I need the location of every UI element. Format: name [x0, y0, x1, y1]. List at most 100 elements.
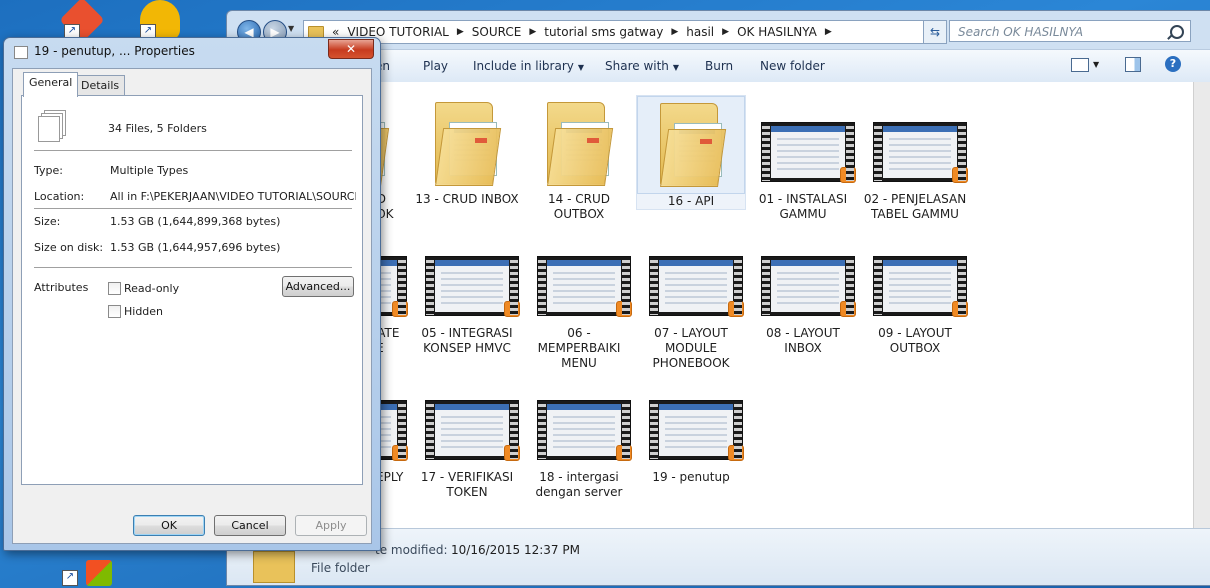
hidden-checkbox[interactable]	[108, 305, 121, 318]
folder-icon	[253, 551, 295, 583]
advanced-button[interactable]: Advanced...	[282, 276, 354, 297]
address-bar[interactable]: « VIDEO TUTORIAL ▶ SOURCE ▶ tutorial sms…	[303, 20, 945, 44]
location-label: Location:	[34, 190, 85, 203]
file-type-value: File folder	[311, 561, 370, 575]
play-icon	[952, 301, 968, 317]
tab-details[interactable]: Details	[75, 75, 126, 96]
video-icon	[649, 256, 744, 317]
multiple-files-icon	[38, 116, 60, 142]
dialog-title: 19 - penutup, ... Properties	[34, 44, 195, 58]
readonly-checkbox[interactable]	[108, 282, 121, 295]
video-thumbnail	[637, 230, 745, 326]
search-input[interactable]: Search OK HASILNYA	[949, 20, 1191, 42]
video-icon	[873, 122, 968, 183]
folder-item[interactable]: 13 - CRUD INBOX	[413, 96, 521, 207]
refresh-button[interactable]: ⇆	[923, 20, 947, 44]
play-icon	[392, 445, 408, 461]
size-on-disk-label: Size on disk:	[34, 241, 104, 254]
play-icon	[504, 301, 520, 317]
item-label: 06 - MEMPERBAIKI MENU	[537, 326, 621, 370]
video-thumbnail	[861, 96, 969, 192]
video-icon	[649, 400, 744, 461]
item-label: 14 - CRUD OUTBOX	[548, 192, 610, 221]
tab-general[interactable]: General	[23, 72, 79, 97]
chevron-down-icon: ▼	[577, 63, 585, 72]
video-item[interactable]: 08 - LAYOUT INBOX	[749, 230, 857, 356]
play-icon	[728, 445, 744, 461]
chevron-right-icon[interactable]: ▶	[529, 27, 536, 37]
chevron-right-icon[interactable]: ▶	[671, 27, 678, 37]
size-label: Size:	[34, 215, 61, 228]
folder-thumbnail	[413, 96, 521, 192]
divider	[34, 208, 352, 209]
item-label: 09 - LAYOUT OUTBOX	[878, 326, 952, 355]
burn-button[interactable]: Burn	[705, 59, 733, 73]
folder-icon	[435, 102, 502, 186]
play-icon	[504, 445, 520, 461]
video-thumbnail	[861, 230, 969, 326]
breadcrumb-item[interactable]: hasil	[686, 25, 714, 39]
video-item[interactable]: 19 - penutup	[637, 374, 745, 485]
apply-button[interactable]: Apply	[295, 515, 367, 536]
share-with-label: Share with	[605, 59, 669, 73]
play-icon	[392, 301, 408, 317]
breadcrumb-item[interactable]: tutorial sms gatway	[544, 25, 663, 39]
chevron-down-icon[interactable]: ▼	[1093, 60, 1099, 69]
item-label: 02 - PENJELASAN TABEL GAMMU	[863, 192, 967, 221]
item-label: 19 - penutup	[652, 470, 730, 484]
share-with-button[interactable]: Share with ▼	[605, 59, 679, 73]
item-label: 05 - INTEGRASI KONSEP HMVC	[421, 326, 513, 355]
windows-shield-icon[interactable]	[86, 560, 112, 586]
item-label: 17 - VERIFIKASI TOKEN	[420, 470, 514, 499]
help-icon[interactable]: ?	[1165, 56, 1181, 72]
video-thumbnail	[525, 230, 633, 326]
video-item[interactable]: 05 - INTEGRASI KONSEP HMVC	[413, 230, 521, 356]
item-label: 08 - LAYOUT INBOX	[766, 326, 840, 355]
video-icon	[873, 256, 968, 317]
shortcut-arrow-icon: ↗	[62, 570, 78, 586]
preview-pane-icon[interactable]	[1125, 57, 1141, 72]
folder-item[interactable]: 14 - CRUD OUTBOX	[525, 96, 633, 222]
search-icon	[1170, 25, 1184, 39]
general-panel: 34 Files, 5 Folders Type: Multiple Types…	[21, 95, 363, 485]
close-icon: ✕	[345, 42, 357, 56]
video-thumbnail	[413, 230, 521, 326]
video-item[interactable]: 02 - PENJELASAN TABEL GAMMU	[861, 96, 969, 222]
cancel-button[interactable]: Cancel	[214, 515, 286, 536]
video-icon	[425, 256, 520, 317]
breadcrumb-item[interactable]: SOURCE	[472, 25, 522, 39]
chevron-right-icon[interactable]: ▶	[722, 27, 729, 37]
readonly-label[interactable]: Read-only	[124, 282, 179, 295]
date-modified-value: 10/16/2015 12:37 PM	[451, 543, 580, 557]
recent-pages-icon[interactable]: ▼	[288, 24, 294, 33]
vertical-scrollbar[interactable]	[1193, 82, 1210, 528]
breadcrumb-item[interactable]: OK HASILNYA	[737, 25, 817, 39]
attributes-label: Attributes	[34, 281, 89, 294]
video-thumbnail	[637, 374, 745, 470]
video-item[interactable]: 17 - VERIFIKASI TOKEN	[413, 374, 521, 500]
video-icon	[761, 122, 856, 183]
video-item[interactable]: 09 - LAYOUT OUTBOX	[861, 230, 969, 356]
new-folder-button[interactable]: New folder	[760, 59, 825, 73]
close-button[interactable]: ✕	[328, 39, 374, 59]
video-icon	[537, 256, 632, 317]
chevron-right-icon[interactable]: ▶	[825, 27, 832, 37]
chevron-right-icon[interactable]: ▶	[457, 27, 464, 37]
video-item[interactable]: 06 - MEMPERBAIKI MENU	[525, 230, 633, 371]
hidden-label[interactable]: Hidden	[124, 305, 163, 318]
type-value: Multiple Types	[110, 164, 189, 177]
video-item[interactable]: 01 - INSTALASI GAMMU	[749, 96, 857, 222]
location-value: All in F:\PEKERJAAN\VIDEO TUTORIAL\SOURC…	[110, 190, 356, 203]
video-item[interactable]: 07 - LAYOUT MODULE PHONEBOOK	[637, 230, 745, 371]
video-item[interactable]: 18 - intergasi dengan server	[525, 374, 633, 500]
item-label: 13 - CRUD INBOX	[415, 192, 519, 206]
include-in-library-button[interactable]: Include in library ▼	[473, 59, 584, 73]
change-view-icon[interactable]	[1071, 58, 1089, 72]
folder-item[interactable]: 16 - API	[636, 95, 746, 210]
dialog-titlebar[interactable]: 19 - penutup, ... Properties ✕	[4, 38, 380, 64]
ok-button[interactable]: OK	[133, 515, 205, 536]
play-icon	[840, 167, 856, 183]
play-button[interactable]: Play	[423, 59, 448, 73]
divider	[34, 150, 352, 151]
item-label: 18 - intergasi dengan server	[535, 470, 623, 499]
